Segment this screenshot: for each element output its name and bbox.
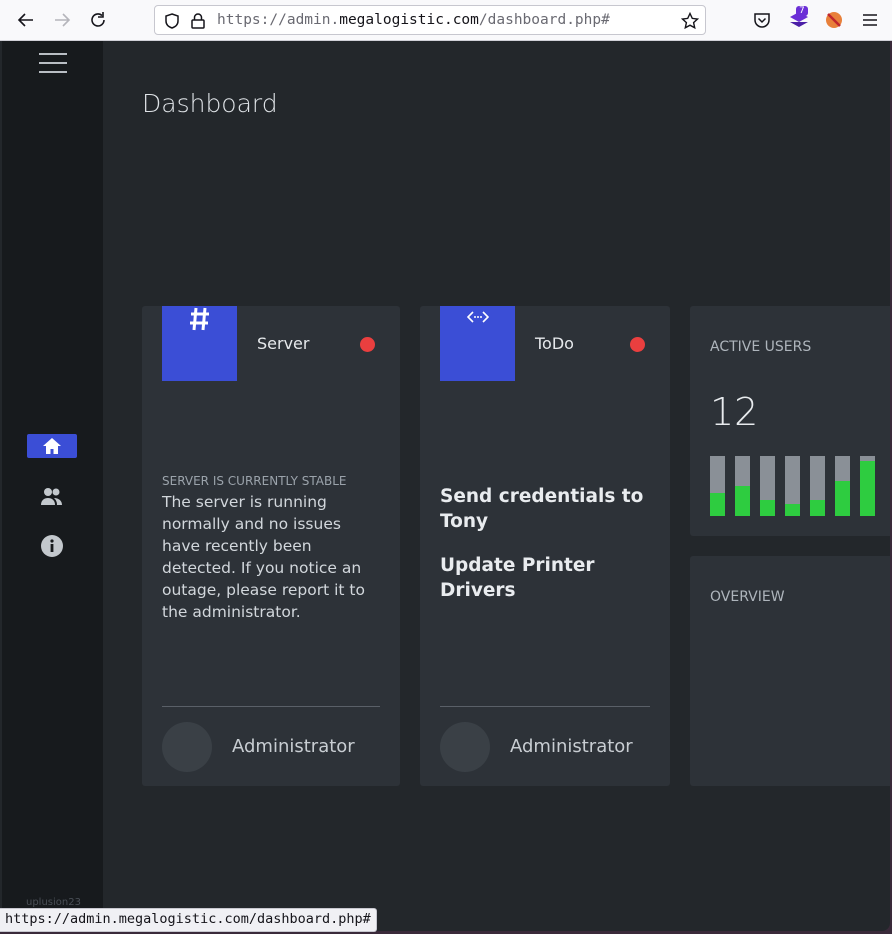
- url-path: /dashboard.php#: [478, 12, 610, 28]
- reload-icon[interactable]: [87, 9, 109, 31]
- lock-icon[interactable]: [189, 12, 207, 30]
- address-bar[interactable]: https://admin.megalogistic.com/dashboard…: [154, 5, 706, 35]
- todo-item: Update Printer Drivers: [440, 555, 595, 601]
- todo-item: Send credentials to Tony: [440, 486, 644, 532]
- extension-icon[interactable]: 7: [788, 6, 810, 31]
- todo-card: ToDo Send credentials to Tony Update Pri…: [420, 306, 670, 786]
- page-title: Dashboard: [142, 89, 278, 118]
- active-users-bar: [835, 456, 850, 516]
- forward-arrow-icon[interactable]: [51, 9, 73, 31]
- active-users-bar: [810, 456, 825, 516]
- server-card: Server Server is currently stable The se…: [142, 306, 400, 786]
- menu-icon[interactable]: [860, 10, 880, 30]
- sidebar-item-info[interactable]: [27, 534, 77, 558]
- todo-status-dot: [630, 337, 645, 352]
- url-domain: megalogistic.com: [339, 12, 479, 28]
- active-users-count: 12: [710, 390, 759, 434]
- active-users-bar-fill: [785, 504, 800, 516]
- server-status-description: The server is running normally and no is…: [162, 493, 365, 621]
- server-card-icon: [162, 306, 237, 381]
- active-users-bar-fill: [735, 486, 750, 516]
- card-divider: [162, 706, 380, 707]
- sidebar-item-home[interactable]: [27, 434, 77, 458]
- active-users-bar: [710, 456, 725, 516]
- avatar: [440, 722, 490, 772]
- bookmark-star-icon[interactable]: [681, 12, 699, 30]
- active-users-bar: [735, 456, 750, 516]
- active-users-bar-fill: [810, 500, 825, 516]
- active-users-card: Active Users 12: [690, 306, 890, 536]
- overview-card: Overview: [690, 556, 890, 786]
- card-divider: [440, 706, 650, 707]
- todo-card-title: ToDo: [535, 334, 574, 353]
- sidebar-item-users[interactable]: [27, 484, 77, 508]
- active-users-bar: [760, 456, 775, 516]
- url-text: https://admin.megalogistic.com/dashboard…: [217, 12, 610, 28]
- sidebar: uplusion23: [2, 41, 103, 931]
- home-icon: [43, 438, 61, 454]
- active-users-bar-fill: [860, 461, 875, 516]
- active-users-bar: [860, 456, 875, 516]
- todo-card-icon: [440, 306, 515, 381]
- addon-blocker-icon[interactable]: [824, 10, 844, 30]
- active-users-bar: [785, 456, 800, 516]
- todo-card-user: Administrator: [510, 736, 633, 757]
- info-icon: [41, 535, 63, 557]
- back-arrow-icon[interactable]: [15, 9, 37, 31]
- link-status-bar: https://admin.megalogistic.com/dashboard…: [0, 908, 377, 932]
- hamburger-menu-icon[interactable]: [39, 53, 67, 73]
- server-status-subtitle: Server is currently stable: [162, 474, 347, 488]
- active-users-bar-fill: [835, 481, 850, 516]
- active-users-bar-fill: [710, 493, 725, 516]
- active-users-label: Active Users: [710, 339, 812, 355]
- watermark-text: uplusion23: [26, 897, 81, 908]
- dashboard-page: uplusion23 Dashboard Server Server is cu…: [0, 41, 890, 931]
- server-status-dot: [360, 337, 375, 352]
- server-card-title: Server: [257, 334, 310, 353]
- code-arrows-icon: [466, 311, 489, 323]
- hash-icon: [189, 307, 209, 331]
- active-users-bar-fill: [760, 500, 775, 516]
- pocket-icon[interactable]: [752, 10, 772, 30]
- shield-icon[interactable]: [163, 12, 181, 30]
- overview-label: Overview: [710, 589, 785, 605]
- browser-toolbar: https://admin.megalogistic.com/dashboard…: [0, 0, 892, 41]
- extension-badge: 7: [796, 6, 808, 16]
- avatar: [162, 722, 212, 772]
- server-card-user: Administrator: [232, 736, 355, 757]
- url-prefix: https://admin.: [217, 12, 340, 28]
- users-icon: [41, 488, 62, 505]
